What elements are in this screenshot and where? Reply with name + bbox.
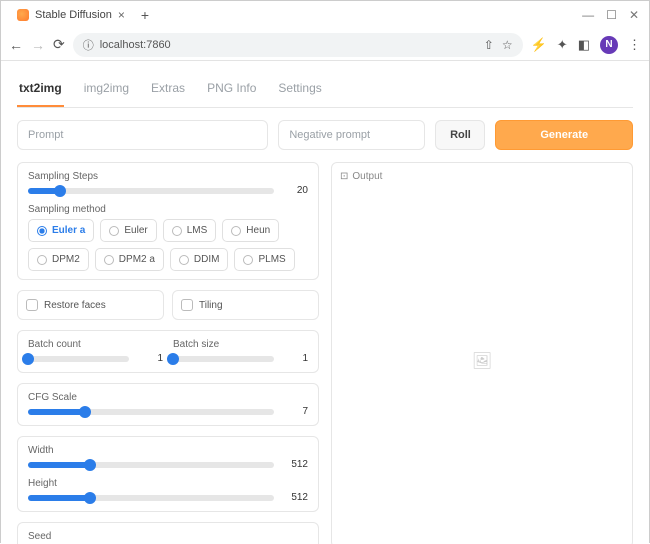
back-icon[interactable]: ← (9, 37, 23, 53)
apps-icon[interactable]: ◧ (578, 37, 590, 53)
method-lms[interactable]: LMS (163, 219, 217, 242)
sampling-steps-label: Sampling Steps (28, 171, 308, 182)
browser-toolbar: ← → ⟳ ⓘ localhost:7860 ⇧ ☆ ⚡ ✦ ◧ N ⋮ (1, 29, 649, 61)
tab-pnginfo[interactable]: PNG Info (205, 73, 258, 107)
width-slider[interactable] (28, 462, 274, 468)
tab-extras[interactable]: Extras (149, 73, 187, 107)
prompt-input[interactable]: Prompt (17, 120, 268, 150)
sampling-steps-slider[interactable] (28, 188, 274, 194)
forward-icon: → (31, 37, 45, 53)
maximize-icon[interactable]: ☐ (606, 8, 617, 22)
close-window-icon[interactable]: ✕ (629, 8, 639, 22)
tab-img2img[interactable]: img2img (82, 73, 131, 107)
method-ddim[interactable]: DDIM (170, 248, 229, 271)
method-heun[interactable]: Heun (222, 219, 279, 242)
menu-icon[interactable]: ⋮ (628, 37, 641, 53)
method-dpm2a[interactable]: DPM2 a (95, 248, 164, 271)
puzzle-icon[interactable]: ✦ (557, 37, 568, 53)
cfg-slider[interactable] (28, 409, 274, 415)
tab-txt2img[interactable]: txt2img (17, 73, 64, 107)
negative-prompt-input[interactable]: Negative prompt (278, 120, 425, 150)
tab-settings[interactable]: Settings (276, 73, 323, 107)
app-tabs: txt2img img2img Extras PNG Info Settings (17, 73, 633, 108)
batch-size-slider[interactable] (173, 356, 274, 362)
info-icon: ⓘ (83, 37, 94, 53)
height-slider[interactable] (28, 495, 274, 501)
minimize-icon[interactable]: — (582, 8, 594, 22)
method-dpm2[interactable]: DPM2 (28, 248, 89, 271)
url-text: localhost:7860 (100, 39, 171, 51)
avatar[interactable]: N (600, 36, 618, 54)
new-tab-button[interactable]: + (141, 7, 149, 23)
width-label: Width (28, 445, 308, 456)
batch-size-label: Batch size (173, 339, 308, 350)
batch-panel: Batch count 1 Batch size 1 (17, 330, 319, 373)
browser-titlebar: Stable Diffusion × + — ☐ ✕ (1, 1, 649, 29)
cfg-label: CFG Scale (28, 392, 308, 403)
sampling-panel: Sampling Steps 20 Sampling method Euler … (17, 162, 319, 280)
app-page: txt2img img2img Extras PNG Info Settings… (1, 61, 649, 544)
tiling-checkbox[interactable]: Tiling (172, 290, 319, 320)
close-icon[interactable]: × (118, 8, 125, 22)
roll-button[interactable]: Roll (435, 120, 485, 150)
dims-panel: Width 512 Height 512 (17, 436, 319, 512)
width-value: 512 (282, 459, 308, 470)
cfg-panel: CFG Scale 7 (17, 383, 319, 426)
extension-icon[interactable]: ⚡ (531, 37, 547, 53)
seed-label: Seed (28, 531, 308, 542)
method-euler-a[interactable]: Euler a (28, 219, 94, 242)
batch-size-value: 1 (282, 353, 308, 364)
cfg-value: 7 (282, 406, 308, 417)
batch-count-slider[interactable] (28, 356, 129, 362)
batch-count-label: Batch count (28, 339, 163, 350)
method-euler[interactable]: Euler (100, 219, 156, 242)
tab-title: Stable Diffusion (35, 9, 112, 21)
image-icon: ⊡ (340, 171, 348, 182)
output-label: Output (352, 171, 382, 182)
sampling-steps-value: 20 (282, 185, 308, 196)
seed-panel: Seed -1 Extra (17, 522, 319, 544)
sampling-method-label: Sampling method (28, 204, 308, 215)
output-panel: ⊡ Output 🖼 (331, 162, 633, 544)
generate-button[interactable]: Generate (495, 120, 633, 150)
batch-count-value: 1 (137, 353, 163, 364)
output-placeholder: 🖼 (340, 182, 624, 539)
restore-faces-checkbox[interactable]: Restore faces (17, 290, 164, 320)
method-plms[interactable]: PLMS (234, 248, 294, 271)
height-label: Height (28, 478, 308, 489)
reload-icon[interactable]: ⟳ (53, 36, 65, 53)
browser-tab[interactable]: Stable Diffusion × (7, 3, 135, 27)
height-value: 512 (282, 492, 308, 503)
share-icon[interactable]: ⇧ (484, 38, 494, 52)
address-bar[interactable]: ⓘ localhost:7860 ⇧ ☆ (73, 33, 523, 57)
star-icon[interactable]: ☆ (502, 38, 513, 52)
favicon-icon (17, 9, 29, 21)
